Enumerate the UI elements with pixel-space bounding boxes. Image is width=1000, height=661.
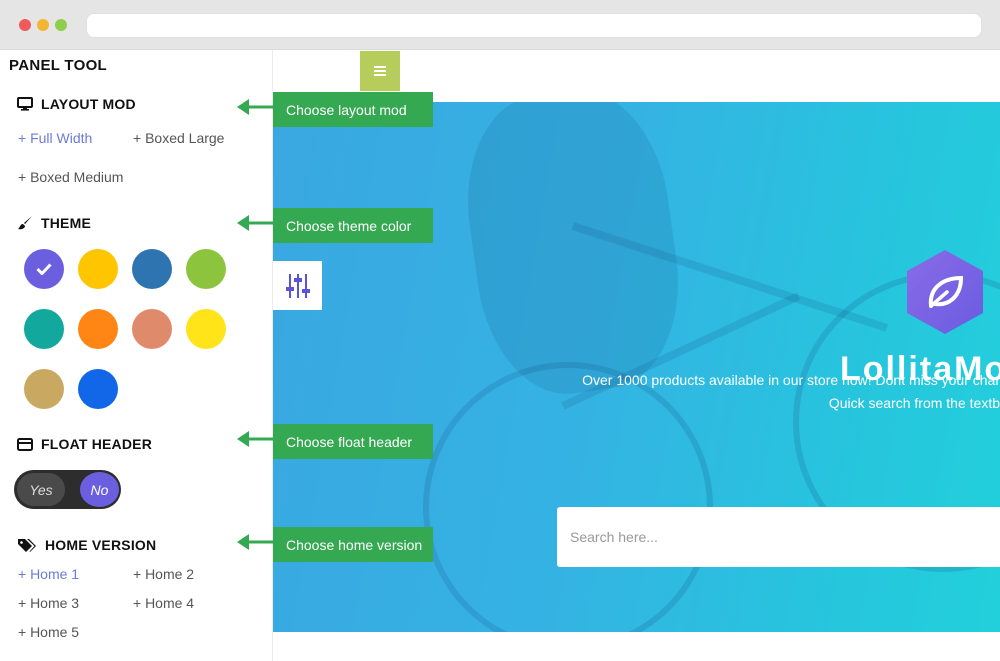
theme-color-swatch[interactable] <box>24 309 64 349</box>
callout-home-version: Choose home version <box>273 527 433 562</box>
panel-tool: PANEL TOOL LAYOUT MOD + Full Width + Box… <box>0 50 273 661</box>
minimize-window-button[interactable] <box>37 19 49 31</box>
layout-mod-title: LAYOUT MOD <box>41 96 136 112</box>
layout-mod-heading: LAYOUT MOD <box>17 96 136 112</box>
callout-theme: Choose theme color <box>273 208 433 243</box>
arrow-left-icon <box>237 99 273 115</box>
home-2-option[interactable]: + Home 2 <box>133 566 194 582</box>
callout-layout: Choose layout mod <box>273 92 433 127</box>
arrow-left-icon <box>237 431 273 447</box>
close-window-button[interactable] <box>19 19 31 31</box>
browser-titlebar <box>0 0 1000 50</box>
hero-tagline-2: Quick search from the textb <box>828 395 1000 411</box>
theme-color-swatch[interactable] <box>24 249 64 289</box>
sliders-icon <box>285 273 310 298</box>
home-4-option[interactable]: + Home 4 <box>133 595 194 611</box>
theme-color-swatch[interactable] <box>78 249 118 289</box>
arrow-left-icon <box>237 534 273 550</box>
float-header-title: FLOAT HEADER <box>41 436 153 452</box>
menu-button[interactable] <box>360 51 400 91</box>
search-input[interactable] <box>557 507 1000 567</box>
leaf-logo-icon <box>907 250 983 334</box>
theme-color-swatch[interactable] <box>186 249 226 289</box>
theme-color-swatch[interactable] <box>186 309 226 349</box>
theme-heading: THEME <box>17 215 91 231</box>
home-5-option[interactable]: + Home 5 <box>18 624 79 640</box>
tags-icon <box>18 538 36 552</box>
layout-boxed-large-option[interactable]: + Boxed Large <box>133 130 224 146</box>
home-version-heading: HOME VERSION <box>17 537 156 553</box>
arrow-left-icon <box>237 215 273 231</box>
home-3-option[interactable]: + Home 3 <box>18 595 79 611</box>
theme-color-swatch[interactable] <box>78 309 118 349</box>
theme-color-swatch[interactable] <box>132 249 172 289</box>
float-header-yes[interactable]: Yes <box>17 473 65 506</box>
home-1-option[interactable]: + Home 1 <box>18 566 79 582</box>
main-content: LollitaMo Over 1000 products available i… <box>273 50 1000 661</box>
float-header-heading: FLOAT HEADER <box>17 436 152 452</box>
theme-color-swatch[interactable] <box>132 309 172 349</box>
paintbrush-icon <box>18 216 32 230</box>
maximize-window-button[interactable] <box>55 19 67 31</box>
layout-full-width-option[interactable]: + Full Width <box>18 130 92 146</box>
hero-tagline-1: Over 1000 products available in our stor… <box>582 372 1000 388</box>
theme-color-swatch[interactable] <box>24 369 64 409</box>
checkmark-icon <box>24 249 64 289</box>
credit-card-icon <box>17 437 33 451</box>
monitor-icon <box>17 97 33 111</box>
layout-boxed-medium-option[interactable]: + Boxed Medium <box>18 169 123 185</box>
hamburger-icon <box>374 66 386 76</box>
float-header-no[interactable]: No <box>80 472 119 507</box>
callout-float-header: Choose float header <box>273 424 433 459</box>
float-header-toggle[interactable]: Yes No <box>14 470 121 509</box>
panel-title: PANEL TOOL <box>9 57 108 74</box>
theme-title: THEME <box>41 215 91 231</box>
theme-color-swatch[interactable] <box>78 369 118 409</box>
settings-toggle-button[interactable] <box>273 261 322 310</box>
home-version-title: HOME VERSION <box>45 537 157 553</box>
address-bar[interactable] <box>86 13 982 38</box>
